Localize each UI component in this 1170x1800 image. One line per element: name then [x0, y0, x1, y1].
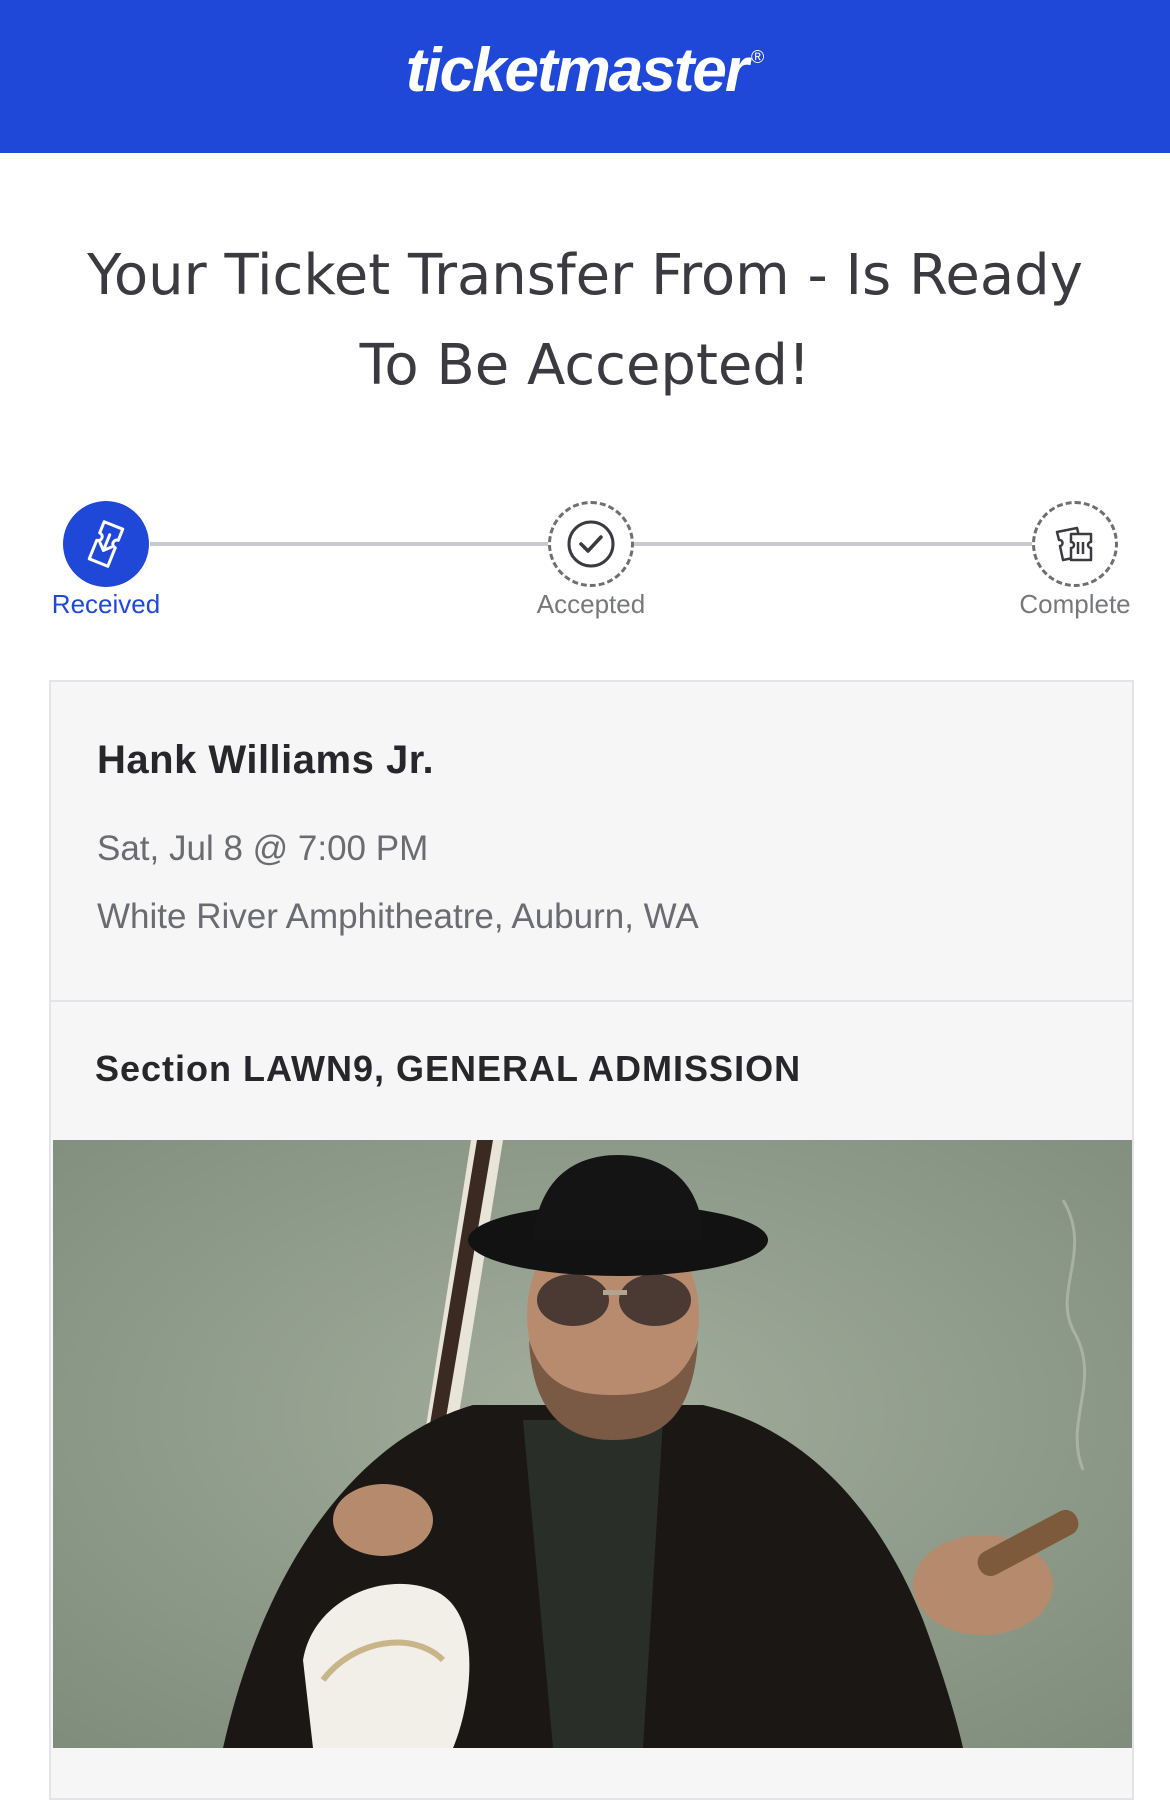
progress-track-2 [634, 542, 1034, 546]
checkmark-icon [567, 520, 615, 568]
step-accepted [548, 501, 634, 587]
registered-mark: ® [751, 47, 765, 67]
seat-details: Section LAWN9, GENERAL ADMISSION [51, 1002, 1132, 1136]
transfer-progress: Received Accepted Complete [0, 487, 1170, 657]
step-label-accepted: Accepted [536, 589, 646, 619]
ticketmaster-logo[interactable]: ticketmaster ® [406, 35, 765, 106]
ticket-download-icon [87, 520, 125, 568]
event-venue: White River Amphitheatre, Auburn, WA [97, 897, 699, 936]
step-received [63, 501, 149, 587]
seat-section: Section LAWN9, GENERAL ADMISSION [95, 1048, 802, 1089]
title-line-2: To Be Accepted! [359, 333, 811, 398]
progress-track-1 [150, 542, 550, 546]
page-title: Your Ticket Transfer From - Is Ready To … [40, 231, 1130, 411]
step-complete [1032, 501, 1118, 587]
artist-photo [53, 1140, 1132, 1748]
tickets-icon [1055, 526, 1093, 562]
artist-photo-illustration [53, 1140, 1132, 1748]
event-details: Hank Williams Jr. Sat, Jul 8 @ 7:00 PM W… [51, 682, 1132, 1002]
logo-text: ticketmaster [405, 36, 749, 105]
title-line-1: Your Ticket Transfer From - Is Ready [87, 243, 1083, 308]
header-bar: ticketmaster ® [0, 0, 1170, 153]
event-datetime: Sat, Jul 8 @ 7:00 PM [97, 829, 429, 868]
ticket-card: Hank Williams Jr. Sat, Jul 8 @ 7:00 PM W… [49, 680, 1134, 1800]
step-label-received: Received [51, 589, 161, 619]
artist-name: Hank Williams Jr. [97, 738, 435, 782]
step-label-complete: Complete [1019, 589, 1131, 619]
